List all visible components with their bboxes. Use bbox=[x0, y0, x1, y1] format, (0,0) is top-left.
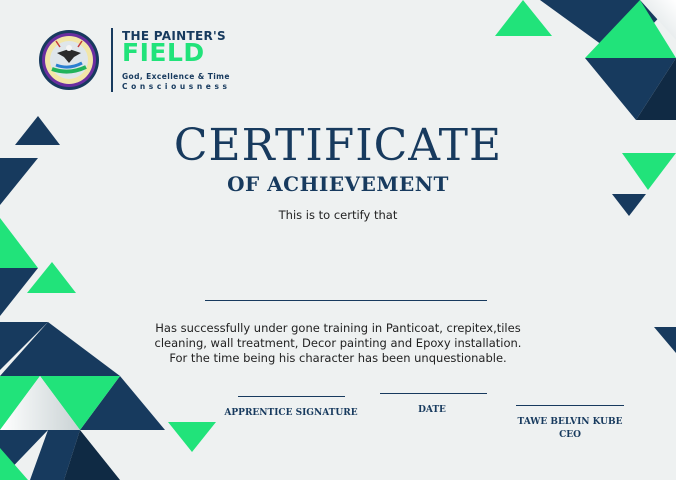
eagle-emblem-icon bbox=[39, 30, 99, 90]
date-label: DATE bbox=[418, 405, 446, 415]
body-line: For the time being his character has bee… bbox=[169, 351, 507, 365]
apprentice-signature-label: APPRENTICE SIGNATURE bbox=[224, 408, 358, 418]
certificate-intro: This is to certify that bbox=[278, 208, 398, 222]
certificate-body: Has successfully under gone training in … bbox=[100, 321, 576, 366]
brand-name-line2: FIELD bbox=[122, 38, 205, 67]
date-line bbox=[380, 393, 487, 394]
company-logo bbox=[38, 29, 100, 91]
ceo-title: CEO bbox=[559, 430, 581, 440]
recipient-name-line bbox=[205, 300, 487, 301]
body-line: Has successfully under gone training in … bbox=[155, 321, 521, 335]
body-line: cleaning, wall treatment, Decor painting… bbox=[154, 336, 522, 350]
brand-tagline-line1: God, Excellence & Time bbox=[122, 72, 230, 81]
brand-divider bbox=[111, 28, 113, 92]
ceo-name: TAWE BELVIN KUBE bbox=[517, 417, 623, 427]
brand-tagline-line2: Consciousness bbox=[122, 82, 231, 91]
certificate-title: CERTIFICATE bbox=[173, 120, 503, 171]
ceo-signature-line bbox=[516, 405, 624, 406]
certificate-subtitle: OF ACHIEVEMENT bbox=[227, 172, 449, 196]
apprentice-signature-line bbox=[238, 396, 345, 397]
